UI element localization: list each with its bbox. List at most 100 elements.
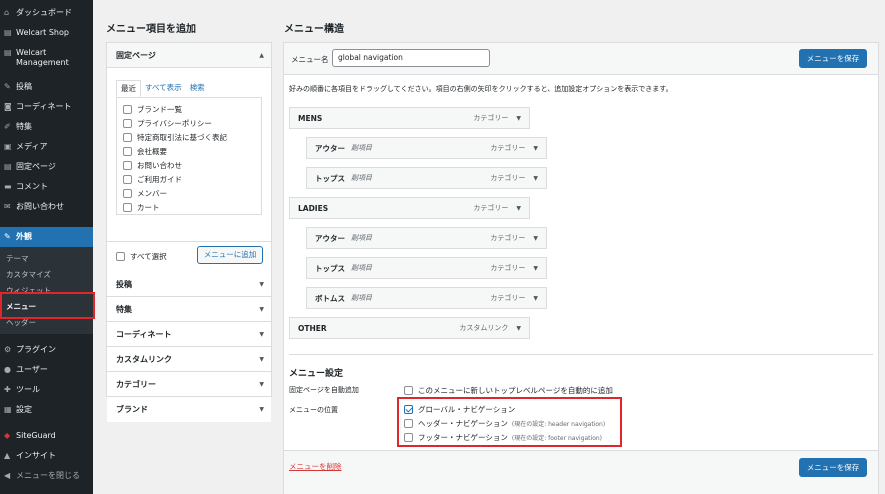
menu-item-ladies[interactable]: LADIES カテゴリー ▼ — [289, 197, 530, 219]
sidebar-item-comments[interactable]: ▬ コメント — [0, 177, 93, 197]
auto-add-option-label: このメニューに新しいトップレベルページを自動的に追加 — [418, 385, 613, 395]
sidebar-item-feature[interactable]: ✐ 特集 — [0, 117, 93, 137]
list-item[interactable]: メンバー — [123, 186, 255, 200]
sidebar-item-label: メニューを閉じる — [16, 471, 80, 480]
sidebar-collapse-menu[interactable]: ◀ メニューを閉じる — [0, 466, 93, 486]
list-item[interactable]: お問い合わせ — [123, 158, 255, 172]
submenu-themes[interactable]: テーマ — [0, 251, 93, 267]
page-checklist: ブランド一覧 プライバシーポリシー 特定商取引法に基づく表記 会社概要 お問い合… — [116, 97, 262, 215]
caret-down-icon[interactable]: ▼ — [533, 235, 538, 242]
submenu-customize[interactable]: カスタマイズ — [0, 267, 93, 283]
caret-down-icon[interactable]: ▼ — [516, 205, 521, 212]
list-item[interactable]: カート — [123, 200, 255, 214]
tab-view-all[interactable]: すべて表示 — [141, 80, 186, 97]
sidebar-item-tools[interactable]: ✚ ツール — [0, 380, 93, 400]
sidebar-item-label: ユーザー — [16, 365, 48, 374]
sidebar-item-posts[interactable]: ✎ 投稿 — [0, 77, 93, 97]
triangle-down-icon: ▼ — [259, 330, 264, 338]
checkbox[interactable] — [123, 146, 132, 156]
triangle-down-icon: ▼ — [259, 406, 264, 413]
structure-heading: メニュー構造 — [284, 24, 344, 35]
select-all-checkbox[interactable] — [116, 251, 125, 261]
menu-name-input[interactable]: global navigation — [332, 49, 490, 67]
sidebar-item-pages[interactable]: ▤ 固定ページ — [0, 157, 93, 177]
triangle-down-icon: ▼ — [259, 355, 264, 363]
sidebar-item-users[interactable]: ● ユーザー — [0, 360, 93, 380]
sidebar-item-label: プラグイン — [16, 345, 56, 354]
select-all-row[interactable]: すべて選択 — [116, 249, 167, 263]
sidebar-item-welcart-shop[interactable]: ▤ Welcart Shop — [0, 23, 93, 43]
page-label: ブランド一覧 — [137, 104, 182, 114]
sidebar-item-label: 固定ページ — [16, 162, 56, 171]
checkbox[interactable] — [123, 188, 132, 198]
checkbox[interactable] — [123, 132, 132, 142]
triangle-down-icon: ▼ — [259, 280, 264, 288]
triangle-up-icon: ▲ — [259, 51, 264, 59]
sidebar-item-label: コメント — [16, 182, 48, 191]
accordion-title: コーディネート — [116, 329, 172, 339]
list-item[interactable]: プライバシーポリシー — [123, 116, 255, 130]
menu-item-ladies-bottoms[interactable]: ボトムス 副項目 カテゴリー ▼ — [306, 287, 547, 309]
delete-menu-link[interactable]: メニューを削除 — [289, 461, 342, 472]
sidebar-item-contact[interactable]: ✉ お問い合わせ — [0, 197, 93, 217]
save-menu-button-bottom[interactable]: メニューを保存 — [799, 458, 867, 477]
menu-item-mens-outer[interactable]: アウター 副項目 カテゴリー ▼ — [306, 137, 547, 159]
page-label: メンバー — [137, 188, 167, 198]
menu-item-type: カテゴリー — [490, 264, 526, 272]
caret-down-icon[interactable]: ▼ — [533, 295, 538, 302]
save-menu-button-top[interactable]: メニューを保存 — [799, 49, 867, 68]
auto-add-checkbox[interactable] — [404, 385, 413, 395]
caret-down-icon[interactable]: ▼ — [516, 325, 521, 332]
sidebar-item-siteguard[interactable]: ◆ SiteGuard — [0, 426, 93, 446]
dashboard-icon: ⌂ — [4, 8, 10, 17]
tab-recent[interactable]: 最近 — [116, 80, 141, 97]
menu-item-ladies-tops[interactable]: トップス 副項目 カテゴリー ▼ — [306, 257, 547, 279]
divider — [289, 354, 873, 355]
checkbox[interactable] — [123, 202, 132, 212]
menu-item-type: カテゴリー — [473, 114, 509, 122]
sidebar-item-welcart-management[interactable]: ▤ Welcart Management — [0, 43, 93, 73]
sidebar-item-label: コーディネート — [16, 102, 72, 111]
accordion-custom-links[interactable]: カスタムリンク ▼ — [107, 347, 271, 372]
caret-down-icon[interactable]: ▼ — [533, 265, 538, 272]
page-label: カート — [137, 202, 160, 212]
accordion-posts[interactable]: 投稿 ▼ — [107, 272, 271, 297]
menu-item-ladies-outer[interactable]: アウター 副項目 カテゴリー ▼ — [306, 227, 547, 249]
checkbox[interactable] — [123, 160, 132, 170]
menu-item-mens-tops[interactable]: トップス 副項目 カテゴリー ▼ — [306, 167, 547, 189]
sidebar-item-dashboard[interactable]: ⌂ ダッシュボード — [0, 3, 93, 23]
checkbox[interactable] — [123, 174, 132, 184]
checkbox[interactable] — [123, 104, 132, 114]
accordion-coordinate[interactable]: コーディネート ▼ — [107, 322, 271, 347]
caret-down-icon[interactable]: ▼ — [533, 175, 538, 182]
menu-item-other[interactable]: OTHER カスタムリンク ▼ — [289, 317, 530, 339]
accordion-brands[interactable]: ブランド ▼ — [107, 397, 271, 422]
list-item[interactable]: ブランド一覧 — [123, 102, 255, 116]
sidebar-item-label: Welcart Shop — [16, 28, 69, 37]
menu-item-sub: 副項目 — [351, 234, 372, 242]
add-to-menu-button[interactable]: メニューに追加 — [197, 246, 263, 264]
caret-down-icon[interactable]: ▼ — [533, 145, 538, 152]
auto-add-row[interactable]: このメニューに新しいトップレベルページを自動的に追加 — [404, 383, 613, 397]
sidebar-item-coordinate[interactable]: ◙ コーディネート — [0, 97, 93, 117]
accordion-fixed-pages[interactable]: 固定ページ ▲ — [107, 43, 271, 68]
menu-item-mens[interactable]: MENS カテゴリー ▼ — [289, 107, 530, 129]
accordion-categories[interactable]: カテゴリー ▼ — [107, 372, 271, 397]
checkbox[interactable] — [123, 118, 132, 128]
add-items-heading: メニュー項目を追加 — [106, 24, 196, 35]
tab-search[interactable]: 検索 — [186, 80, 209, 97]
list-item[interactable]: 特定商取引法に基づく表記 — [123, 130, 255, 144]
list-item[interactable]: ご利用ガイド — [123, 172, 255, 186]
menu-settings-heading: メニュー設定 — [289, 369, 344, 379]
sidebar-item-label: 特集 — [16, 122, 32, 131]
sidebar-item-insight[interactable]: ▲ インサイト — [0, 446, 93, 466]
caret-down-icon[interactable]: ▼ — [516, 115, 521, 122]
menu-item-type: カテゴリー — [490, 294, 526, 302]
accordion-feature[interactable]: 特集 ▼ — [107, 297, 271, 322]
sidebar-item-appearance[interactable]: ✎ 外観 — [0, 227, 93, 247]
list-item[interactable]: 会社概要 — [123, 144, 255, 158]
sidebar-item-plugins[interactable]: ⚙ プラグイン — [0, 340, 93, 360]
sidebar-item-settings[interactable]: ▦ 設定 — [0, 400, 93, 420]
sidebar-item-media[interactable]: ▣ メディア — [0, 137, 93, 157]
menu-item-type: カテゴリー — [490, 144, 526, 152]
